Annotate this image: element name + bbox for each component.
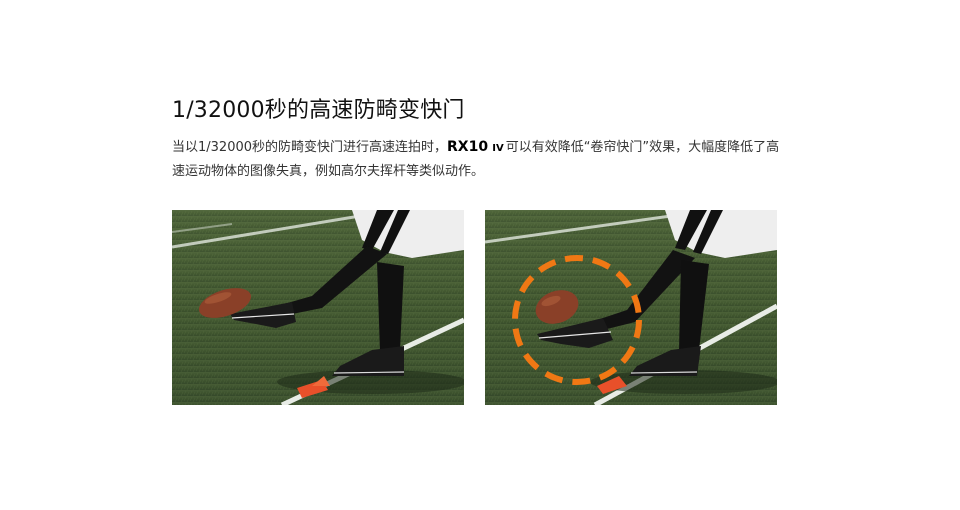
model-suffix: IV [492, 143, 504, 154]
feature-section: 1/32000秒的高速防畸变快门 当以1/32000秒的防畸变快门进行高速连拍时… [172, 96, 792, 183]
model-name: RX10 [447, 139, 489, 155]
feature-title: 1/32000秒的高速防畸变快门 [172, 98, 465, 123]
kick-photo-highlighted-image [485, 210, 777, 405]
kick-photo-standard-image [172, 210, 464, 405]
description-text-start: 当以1/32000秒的防畸变快门进行高速连拍时， [172, 140, 448, 155]
feature-description: 当以1/32000秒的防畸变快门进行高速连拍时，RX10 IV 可以有效降低“卷帘… [172, 136, 792, 183]
kick-photo-standard [172, 210, 464, 405]
kick-photo-highlighted [485, 210, 777, 405]
